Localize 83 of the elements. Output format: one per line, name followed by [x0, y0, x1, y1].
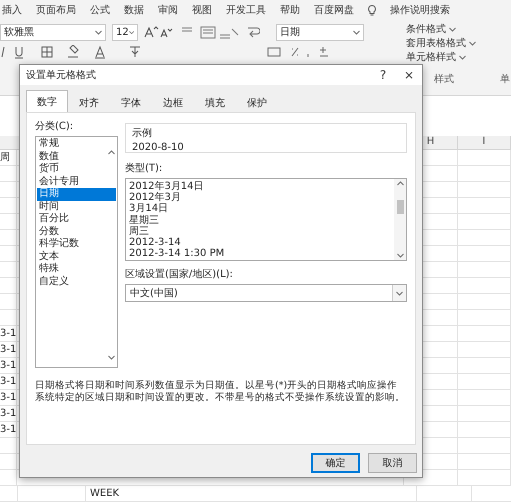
ribbon-tab[interactable]: 插入: [2, 3, 22, 17]
caret-icon: [469, 40, 476, 46]
style-button[interactable]: 条件格式: [406, 22, 476, 36]
table-cell: 3-1: [0, 374, 18, 389]
sample-value: 2020-8-10: [132, 142, 185, 153]
category-item[interactable]: 时间: [37, 200, 116, 213]
scroll-down-icon: [396, 253, 404, 258]
category-item[interactable]: 数值: [37, 150, 116, 163]
sample-label: 示例: [132, 127, 153, 140]
scroll-up-icon: [396, 181, 404, 186]
caret-icon: [449, 26, 456, 32]
group-label: 单: [500, 72, 510, 86]
category-item[interactable]: 常规: [37, 138, 116, 150]
table-cell: 3-1: [0, 422, 18, 437]
font-name-field[interactable]: 软雅黑: [0, 24, 106, 40]
type-label: 类型(T):: [125, 162, 164, 175]
category-item[interactable]: 特殊: [37, 263, 116, 276]
table-cell: 3-1: [0, 358, 18, 373]
caret-icon: [353, 30, 360, 34]
type-item[interactable]: 周三: [129, 226, 391, 237]
scroll-up-icon: [108, 150, 115, 155]
table-cell: 3-1: [0, 326, 18, 341]
font-size-icon[interactable]: [144, 26, 174, 38]
ribbon-tab[interactable]: 数据: [124, 3, 144, 17]
category-item[interactable]: 科学记数: [37, 238, 116, 250]
category-item[interactable]: 文本: [37, 250, 116, 263]
category-list[interactable]: 常规 数值 货币 会计专用 日期 时间 百分比 分数 科学记数 文本 特殊 自定义: [35, 136, 118, 368]
lightbulb-icon: [368, 4, 376, 16]
ok-button[interactable]: 确定: [311, 453, 360, 473]
ribbon-tab[interactable]: 审阅: [158, 3, 178, 17]
type-item[interactable]: 2012-3-14 1:30 PM: [129, 248, 391, 260]
ribbon-tab[interactable]: 视图: [192, 3, 212, 17]
category-item[interactable]: 百分比: [37, 213, 116, 226]
category-item[interactable]: 分数: [37, 226, 116, 238]
table-cell: 3-1: [0, 342, 18, 357]
group-label: 样式: [434, 72, 454, 86]
type-item[interactable]: 3月14日: [129, 203, 391, 215]
type-item[interactable]: 2012年3月14日: [129, 181, 391, 192]
table-cell: 3-1: [0, 406, 18, 421]
type-item[interactable]: 2012年3月: [129, 192, 391, 204]
category-item[interactable]: 货币: [37, 163, 116, 176]
category-item[interactable]: 日期: [37, 188, 116, 200]
category-item[interactable]: 会计专用: [37, 176, 116, 188]
ribbon-tab[interactable]: 公式: [90, 3, 110, 17]
help-button[interactable]: ?: [370, 68, 396, 82]
align-icon[interactable]: [180, 25, 240, 39]
table-cell: 周: [0, 150, 18, 165]
caret-icon: [459, 54, 466, 60]
number-format-field[interactable]: 日期: [276, 24, 364, 40]
table-cell: WEEK: [86, 486, 417, 501]
caret-icon: [396, 290, 403, 296]
dialog-tab[interactable]: 边框: [152, 92, 194, 112]
dialog-title: 设置单元格格式: [26, 68, 97, 82]
cancel-button[interactable]: 取消: [368, 453, 417, 473]
table-cell: 3-1: [0, 390, 18, 405]
dialog-tab[interactable]: 对齐: [68, 92, 110, 112]
dialog-tab[interactable]: 保护: [236, 92, 278, 112]
dialog-tab[interactable]: 字体: [110, 92, 152, 112]
locale-label: 区域设置(国家/地区)(L):: [125, 268, 234, 281]
category-label: 分类(C):: [35, 120, 74, 133]
caret-icon: [95, 30, 102, 34]
style-button[interactable]: 套用表格格式: [406, 36, 476, 50]
column-header[interactable]: I: [458, 136, 511, 149]
scroll-thumb[interactable]: [396, 200, 404, 214]
type-list[interactable]: 2012年3月14日 2012年3月 3月14日 星期三 周三 2012-3-14 2012-3-14 1:30 PM: [125, 178, 407, 261]
type-item[interactable]: 星期三: [129, 214, 391, 226]
ribbon-tab[interactable]: 帮助: [280, 3, 300, 17]
ribbon-tab[interactable]: 百度网盘: [314, 3, 354, 17]
ribbon-tab[interactable]: 开发工具: [226, 3, 266, 17]
caret-icon: [128, 30, 134, 34]
style-button[interactable]: 单元格样式: [406, 50, 476, 64]
dialog-tab[interactable]: 填充: [194, 92, 236, 112]
category-item[interactable]: 自定义: [37, 276, 116, 288]
description-text: 日期格式将日期和时间系列数值显示为日期值。以星号(*)开头的日期格式响应操作系统特定的区域日期和时间设置的更改。不带星号的格式不受操作系统设置的影响。: [35, 380, 406, 404]
wrap-text-icon[interactable]: [246, 25, 260, 39]
type-item[interactable]: 2012-3-14: [129, 236, 391, 248]
dialog-tab[interactable]: 数字: [26, 90, 68, 112]
close-button[interactable]: ×: [396, 68, 422, 82]
ribbon-tab[interactable]: 页面布局: [36, 3, 76, 17]
font-size-field[interactable]: 12: [112, 24, 138, 40]
scroll-down-icon: [108, 355, 115, 360]
search-link[interactable]: 操作说明搜索: [390, 3, 450, 17]
locale-select[interactable]: 中文(中国): [125, 284, 407, 302]
